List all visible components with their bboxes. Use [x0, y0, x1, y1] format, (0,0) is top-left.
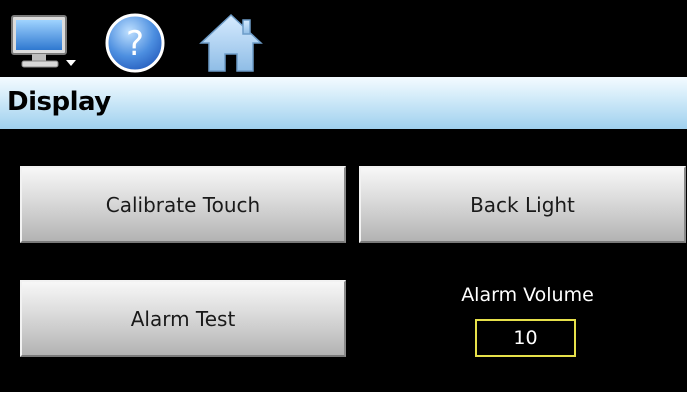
alarm-volume-value: 10 [513, 327, 538, 349]
alarm-test-button[interactable]: Alarm Test [20, 280, 346, 357]
touch-screen: ? Display Calibrate Touch Back Light Ala… [0, 0, 693, 396]
title-bar: Display [0, 77, 687, 129]
help-glyph: ? [126, 24, 144, 64]
home-icon[interactable] [198, 12, 264, 74]
calibrate-touch-button[interactable]: Calibrate Touch [20, 166, 346, 243]
calibrate-touch-label: Calibrate Touch [105, 192, 261, 217]
bezel-bottom [0, 392, 693, 396]
page-title: Display [7, 87, 111, 117]
bezel-right [687, 0, 693, 396]
alarm-test-label: Alarm Test [130, 306, 236, 331]
back-light-label: Back Light [470, 192, 575, 217]
help-icon[interactable]: ? [104, 12, 166, 74]
monitor-icon[interactable] [10, 14, 78, 72]
alarm-volume-label: Alarm Volume [461, 284, 594, 306]
alarm-volume-field[interactable]: 10 [475, 319, 576, 357]
back-light-button[interactable]: Back Light [359, 166, 686, 243]
